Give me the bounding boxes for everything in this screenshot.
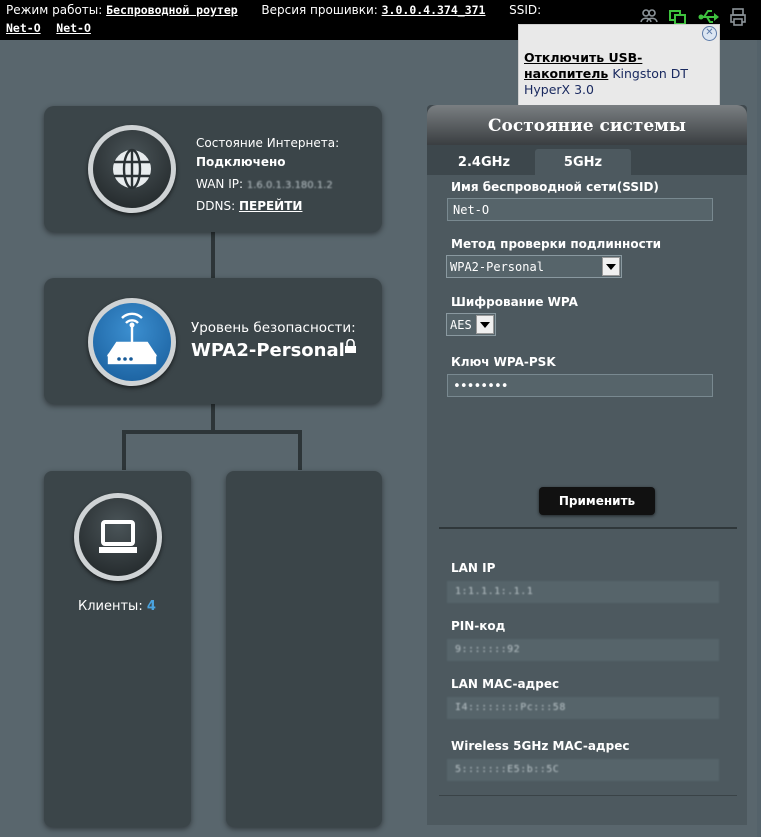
printer-icon[interactable] [730, 8, 746, 29]
section-divider [439, 527, 737, 529]
tab-2-4ghz[interactable]: 2.4GHz [435, 149, 533, 175]
ddns-go-link[interactable]: ПЕРЕЙТИ [239, 199, 303, 213]
usb-device-card[interactable] [226, 471, 382, 827]
wpa-encryption-label: Шифрование WPA [451, 295, 578, 309]
auth-method-select[interactable]: WPA2-Personal [446, 255, 622, 278]
pin-code-label: PIN-код [451, 619, 506, 633]
internet-status-card[interactable]: Состояние Интернета: Подключено WAN IP: … [44, 106, 382, 232]
lan-mac-label: LAN MAC-адрес [451, 677, 560, 691]
wpa-encryption-value: AES [450, 318, 472, 332]
lan-mac-value: I4::::::::Pc:::58 [447, 697, 719, 719]
wireless-5ghz-mac-value: 5:::::::E5:b::5C [447, 759, 719, 781]
router-security-card[interactable]: Уровень безопасности: WPA2-Personal [44, 278, 382, 404]
wpa-psk-label: Ключ WPA-PSK [451, 355, 556, 369]
ssid-field-label: Имя беспроводной сети(SSID) [451, 180, 659, 194]
wireless-settings: Имя беспроводной сети(SSID) Net-O Метод … [427, 175, 747, 825]
security-level-label: Уровень безопасности: [191, 320, 356, 336]
ssid-label: SSID: [509, 3, 542, 17]
chevron-down-icon[interactable] [602, 257, 620, 276]
wan-ip-label: WAN IP: [196, 177, 244, 191]
section-divider [439, 795, 737, 796]
lan-ip-label: LAN IP [451, 561, 496, 575]
chevron-down-icon[interactable] [476, 315, 494, 334]
operation-mode-label: Режим работы: [6, 3, 103, 17]
internet-status-value: Подключено [196, 155, 286, 169]
apply-button[interactable]: Применить [539, 487, 655, 515]
system-status-title: Состояние системы [427, 105, 747, 145]
tab-5ghz[interactable]: 5GHz [535, 149, 631, 175]
wireless-5ghz-mac-label: Wireless 5GHz MAC-адрес [451, 739, 630, 753]
wpa-encryption-select[interactable]: AES [446, 313, 496, 336]
router-icon[interactable] [88, 298, 176, 386]
lan-ip-value: 1:1.1.1:.1.1 [447, 581, 719, 603]
pin-code-value: 9:::::::92 [447, 639, 719, 661]
computer-icon[interactable] [74, 493, 162, 581]
ssid-input[interactable]: Net-O [447, 198, 713, 221]
wpa-psk-input[interactable]: •••••••• [447, 374, 713, 397]
connector-line [211, 232, 215, 280]
security-level-value[interactable]: WPA2-Personal [191, 340, 345, 361]
globe-icon[interactable] [88, 125, 176, 213]
firmware-version-link[interactable]: 3.0.0.4.374_371 [382, 3, 486, 17]
firmware-label: Версия прошивки: [261, 3, 378, 17]
band-tabs: 2.4GHz 5GHz [427, 145, 747, 175]
auth-method-label: Метод проверки подлинности [451, 237, 662, 251]
connector-line [122, 430, 126, 470]
ddns-label: DDNS: [196, 199, 236, 213]
ssid-row: Net-O Net-O [6, 21, 91, 35]
wan-ip-value: 1.6.0.1.3.180.1.2 [246, 180, 333, 191]
operation-mode-link[interactable]: Беспроводной роутер [106, 3, 238, 17]
clients-count[interactable]: 4 [147, 599, 156, 614]
ssid-link-1[interactable]: Net-O [6, 21, 41, 35]
auth-method-value: WPA2-Personal [450, 260, 544, 274]
lock-icon [344, 338, 357, 358]
internet-status-label: Состояние Интернета: [196, 136, 340, 150]
system-status-panel: Состояние системы 2.4GHz 5GHz Имя беспро… [427, 105, 747, 825]
connector-line [298, 430, 302, 470]
ssid-link-2[interactable]: Net-O [56, 21, 91, 35]
usb-eject-tooltip: ✕ Отключить USB-накопитель Kingston DT H… [518, 24, 720, 111]
clients-card[interactable]: Клиенты: 4 [44, 471, 191, 827]
status-row: Режим работы: Беспроводной роутер Версия… [6, 3, 541, 17]
connector-line [211, 404, 215, 432]
connector-line [122, 430, 302, 434]
clients-label: Клиенты: [78, 599, 143, 614]
close-icon[interactable]: ✕ [702, 26, 717, 41]
